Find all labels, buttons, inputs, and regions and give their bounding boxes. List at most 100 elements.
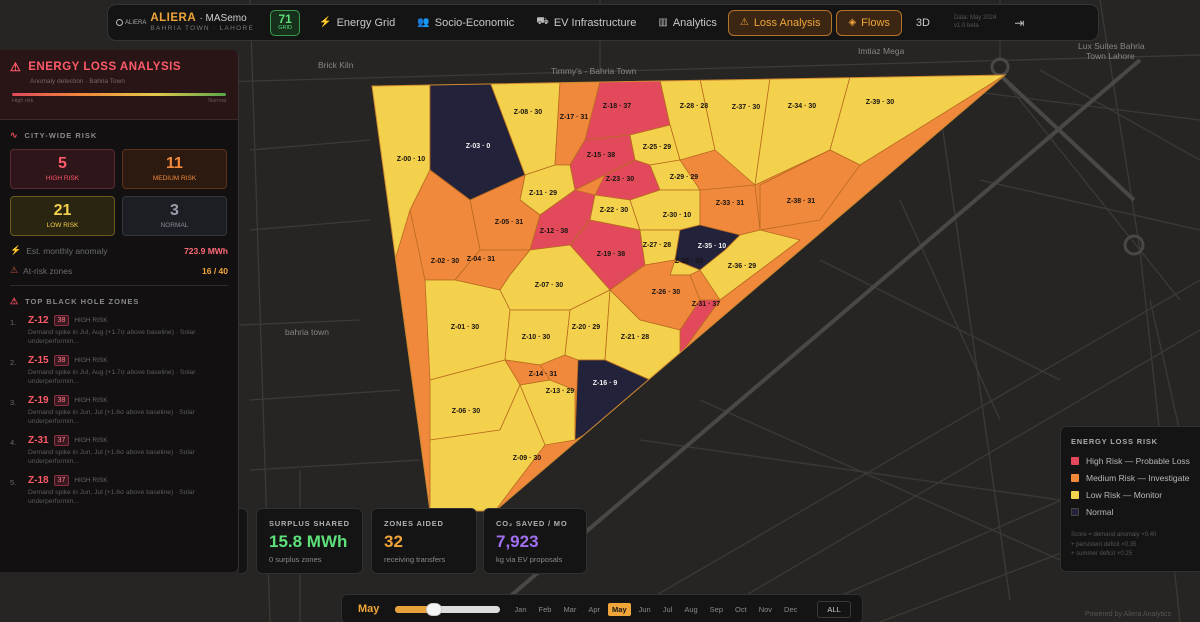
view-3d-button[interactable]: 3D — [902, 17, 944, 29]
zone-label-Z-29: Z-29 · 29 — [670, 174, 699, 181]
zone-label-Z-15: Z-15 · 38 — [587, 152, 616, 159]
legend-item-high: High Risk — Probable Loss — [1071, 456, 1194, 466]
month-jul[interactable]: Jul — [659, 603, 677, 616]
warning-icon: ⚠ — [10, 60, 22, 74]
city-risk-title: ∿ CITY-WIDE RISK — [10, 130, 98, 140]
layers-icon: ◈ — [848, 17, 857, 28]
zone-label-Z-16: Z-16 · 9 — [593, 380, 618, 387]
month-list: Jan Feb Mar Apr May Jun Jul Aug Sep Oct Nov Dec — [508, 602, 803, 616]
tab-energy-grid[interactable]: ⚡ Energy Grid — [308, 10, 406, 36]
bolt-icon: ⚡ — [10, 245, 22, 255]
tab-loss-analysis[interactable]: ⚠ Loss Analysis — [727, 9, 833, 36]
zone-label-Z-21: Z-21 · 28 — [621, 334, 650, 341]
powered-by: Powered by Aliera Analytics — [1085, 611, 1171, 618]
grid-score-badge: 71 GRID — [270, 9, 301, 36]
zone-list-item[interactable]: 4. Z-31 37 HIGH RISK Demand spike in Jun, J… — [10, 435, 228, 466]
zone-label-Z-27: Z-27 · 28 — [643, 242, 672, 249]
zone-label-Z-34: Z-34 · 30 — [788, 103, 817, 110]
legend-item-normal: Normal — [1071, 507, 1194, 517]
top-zones-title: ⚠ TOP BLACK HOLE ZONES — [10, 296, 140, 306]
legend-item-medium: Medium Risk — Investigate — [1071, 473, 1194, 483]
zone-label-Z-03: Z-03 · 0 — [466, 143, 491, 150]
risk-gradient-bar — [12, 93, 226, 96]
zone-list-item[interactable]: 3. Z-19 38 HIGH RISK Demand spike in Jun, J… — [10, 395, 228, 426]
logout-icon[interactable]: ⇥ — [1006, 16, 1032, 30]
zone-label-Z-37: Z-37 · 30 — [732, 104, 761, 111]
month-aug[interactable]: Aug — [680, 603, 701, 616]
logo-icon — [116, 19, 123, 26]
gradient-label-normal: Normal — [208, 98, 226, 104]
pulse-icon: ∿ — [10, 130, 19, 140]
city-risk-section: ∿ CITY-WIDE RISK 5 HIGH RISK 11 MEDIUM RISK… — [0, 130, 238, 506]
zone-label-Z-38: Z-38 · 31 — [787, 198, 816, 205]
panel-subtitle: Anomaly detection · Bahria Town — [30, 78, 125, 85]
legend-item-low: Low Risk — Monitor — [1071, 490, 1194, 500]
stat-card-co2-saved[interactable]: CO₂ SAVED / MO 7,923 kg via EV proposals — [483, 508, 587, 574]
month-sep[interactable]: Sep — [706, 603, 727, 616]
risk-legend: ENERGY LOSS RISK High Risk — Probable Lo… — [1060, 426, 1200, 572]
zone-label-Z-10: Z-10 · 30 — [522, 334, 551, 341]
slider-handle[interactable] — [426, 602, 443, 616]
zone-label-Z-12: Z-12 · 38 — [540, 228, 569, 235]
warning-icon: ⚠ — [10, 265, 19, 275]
tab-socio-economic[interactable]: 👥 Socio-Economic — [406, 10, 525, 36]
brand-text: ALIERA · MASemo BAHRIA TOWN · LAHORE — [150, 11, 254, 33]
zone-label-Z-11: Z-11 · 29 — [529, 190, 557, 197]
brand-logo: ALIERA — [116, 19, 146, 26]
legend-score-formula: Score = demand anomaly ×0.40 + persistent… — [1071, 532, 1157, 558]
risk-card-normal[interactable]: 3 NORMAL — [122, 196, 227, 236]
month-oct[interactable]: Oct — [731, 603, 751, 616]
zone-label-Z-17: Z-17 · 31 — [560, 114, 589, 121]
warning-icon: ⚠ — [10, 296, 20, 306]
month-mar[interactable]: Mar — [559, 603, 580, 616]
top-navbar: ALIERA ALIERA · MASemo BAHRIA TOWN · LAH… — [107, 4, 1099, 41]
timeline-current-month: May — [358, 603, 380, 615]
map-label-brick-kiln: Brick Kiln — [318, 60, 354, 70]
users-icon: 👥 — [417, 17, 430, 28]
month-nov[interactable]: Nov — [755, 603, 776, 616]
stat-card-zones-aided[interactable]: ZONES AIDED 32 receiving transfers — [371, 508, 477, 574]
month-jan[interactable]: Jan — [510, 603, 530, 616]
month-slider[interactable] — [395, 602, 501, 616]
zone-label-Z-33: Z-33 · 31 — [716, 200, 745, 207]
tab-analytics[interactable]: ▥ Analytics — [647, 10, 727, 36]
risk-card-high[interactable]: 5 HIGH RISK — [10, 149, 115, 189]
zone-label-Z-18: Z-18 · 37 — [603, 103, 632, 110]
month-dec[interactable]: Dec — [780, 603, 801, 616]
month-may[interactable]: May — [608, 602, 631, 616]
car-icon: ⛟ — [536, 16, 549, 27]
zone-label-Z-06: Z-06 · 30 — [452, 408, 481, 415]
tab-ev-infrastructure[interactable]: ⛟ EV Infrastructure — [525, 10, 647, 36]
zone-label-Z-22: Z-22 · 30 — [600, 207, 629, 214]
gradient-label-high: High risk — [12, 98, 34, 104]
bar-chart-icon: ▥ — [658, 17, 668, 28]
risk-card-medium[interactable]: 11 MEDIUM RISK — [122, 149, 227, 189]
zone-label-Z-25: Z-25 · 29 — [643, 144, 672, 151]
stat-card-surplus[interactable]: SURPLUS SHARED 15.8 MWh 0 surplus zones — [256, 508, 363, 574]
bolt-icon: ⚡ — [319, 17, 332, 28]
monthly-anomaly-row: ⚡ Est. monthly anomaly 723.9 MWh — [10, 245, 228, 256]
zone-list-item[interactable]: 1. Z-12 38 HIGH RISK Demand spike in Jul, A… — [10, 315, 228, 346]
brand[interactable]: ALIERA ALIERA · MASemo BAHRIA TOWN · LAH… — [114, 11, 260, 33]
zone-label-Z-07: Z-07 · 30 — [535, 282, 564, 289]
zone-list-item[interactable]: 2. Z-15 38 HIGH RISK Demand spike in Jul, A… — [10, 355, 228, 386]
map-label-bahria-town: bahria town — [285, 327, 329, 337]
zone-label-Z-20: Z-20 · 29 — [572, 324, 601, 331]
legend-title: ENERGY LOSS RISK — [1071, 437, 1158, 446]
zone-label-Z-36: Z-36 · 29 — [728, 263, 757, 270]
app-title: ALIERA · MASemo — [150, 11, 247, 24]
zone-label-Z-30: Z-30 · 10 — [663, 212, 692, 219]
zone-label-Z-14: Z-14 · 31 — [529, 371, 558, 378]
month-feb[interactable]: Feb — [535, 603, 556, 616]
zone-label-Z-08: Z-08 · 30 — [514, 109, 543, 116]
zone-list-item[interactable]: 5. Z-18 37 HIGH RISK Demand spike in Jun, J… — [10, 475, 228, 506]
warning-icon: ⚠ — [739, 17, 749, 28]
flows-button[interactable]: ◈ Flows — [836, 9, 902, 36]
zone-label-Z-01: Z-01 · 30 — [451, 324, 480, 331]
zone-label-Z-28: Z-28 · 28 — [680, 103, 709, 110]
risk-card-low[interactable]: 21 LOW RISK — [10, 196, 115, 236]
all-months-button[interactable]: ALL — [817, 600, 851, 618]
month-jun[interactable]: Jun — [635, 603, 655, 616]
month-apr[interactable]: Apr — [584, 603, 604, 616]
zone-label-Z-35: Z-35 · 10 — [698, 243, 727, 250]
